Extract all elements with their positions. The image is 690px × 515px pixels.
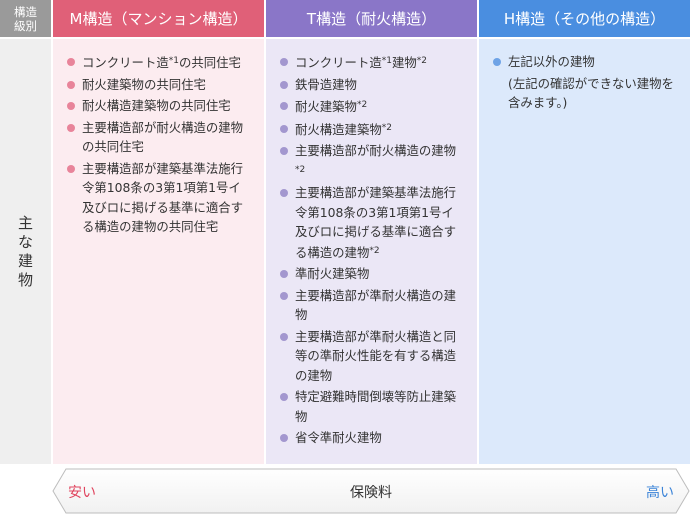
footnote-mark: *2 [369,245,380,256]
row-label-main-buildings: 主 な 建 物 [0,39,51,464]
bullet-dot-icon [67,102,75,110]
header-corner-line1: 構造 [14,4,37,19]
list-item: 主要構造部が耐火構造の建物の共同住宅 [67,118,250,157]
bullet-dot-icon [280,124,288,133]
bullet-dot-icon [280,291,288,300]
row-label-char: な [17,232,33,251]
bullet-dot-icon [67,80,75,89]
list-item: 耐火建築物の共同住宅 [67,75,250,95]
list-item: コンクリート造*1建物*2 [280,52,463,73]
bullet-dot-icon [67,58,75,66]
list-item: 耐火建築物*2 [280,96,463,117]
bullet-dot-icon [280,270,288,278]
bullet-dot-icon [280,58,288,66]
bullet-dot-icon [280,102,288,110]
premium-scale: 安い 保険料 高い [52,468,690,514]
list-item: 主要構造部が準耐火構造と同等の準耐火性能を有する構造の建物 [280,327,463,386]
scale-high-label: 高い [646,485,674,501]
header-m-structure: M構造（マンション構造） [53,0,264,37]
footnote-mark: *1 [168,56,179,66]
list-item: 準耐火建築物 [280,264,463,284]
list-item: 特定避難時間倒壊等防止建築物 [280,387,463,426]
bullet-dot-icon [67,123,75,132]
header-corner-line2: 級別 [14,18,37,33]
row-label-char: 建 [17,251,33,270]
list-item: 主要構造部が準耐火構造の建物 [280,286,463,325]
footnote-mark: *2 [356,100,368,110]
column-h-structure: 左記以外の建物 (左記の確認ができない建物を含みます。) [479,39,690,464]
row-label-char: 物 [17,270,33,289]
list-item: 省令準耐火建物 [280,428,463,448]
footnote-mark: *2 [416,56,427,66]
footnote-mark: *2 [295,164,306,175]
header-t-structure: T構造（耐火構造） [266,0,477,37]
list-item: 主要構造部が耐火構造の建物*2 [280,141,463,181]
list-item: 主要構造部が建築基準法施行令第108条の3第1項第1号イ及びロに掲げる基準に適合… [280,183,463,262]
bullet-dot-icon [67,164,75,173]
list-item: 左記以外の建物 [493,52,676,72]
footnote-mark: *2 [381,122,392,133]
list-item: 耐火構造建築物*2 [280,119,463,140]
column-t-structure: コンクリート造*1建物*2 鉄骨造建物 耐火建築物*2 耐火構造建築物*2 主要… [266,39,477,464]
bullet-dot-icon [280,393,288,401]
row-label-char: 主 [17,213,33,232]
bullet-dot-icon [493,58,501,66]
list-item-note: (左記の確認ができない建物を含みます。) [508,75,674,111]
header-h-structure: H構造（その他の構造） [479,0,690,37]
bullet-dot-icon [280,434,288,442]
list-item: 鉄骨造建物 [280,75,463,95]
bullet-dot-icon [280,147,288,155]
bullet-dot-icon [280,189,288,197]
column-m-structure: コンクリート造*1の共同住宅 耐火建築物の共同住宅 耐火構造建築物の共同住宅 主… [53,39,264,464]
bullet-dot-icon [280,332,288,341]
footnote-mark: *1 [381,56,392,66]
scale-premium-label: 保険料 [350,485,392,501]
bullet-dot-icon [280,80,288,89]
header-structure-class: 構造 級別 [0,0,51,37]
list-item: 主要構造部が建築基準法施行令第108条の3第1項第1号イ及びロに掲げる基準に適合… [67,159,250,237]
list-item: 耐火構造建築物の共同住宅 [67,96,250,116]
list-item: コンクリート造*1の共同住宅 [67,52,250,73]
